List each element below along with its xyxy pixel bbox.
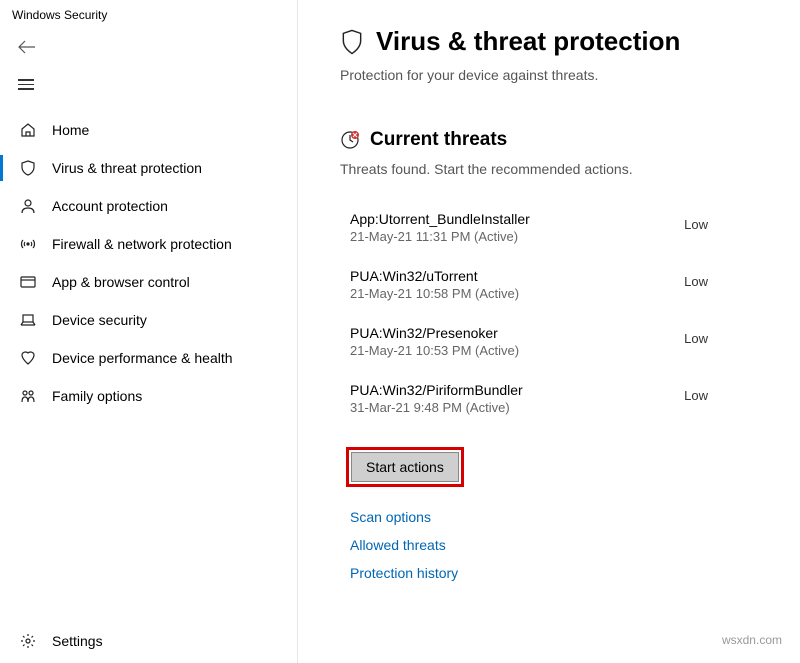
main-content: Virus & threat protection Protection for… — [298, 0, 800, 663]
family-icon — [18, 388, 38, 404]
threat-item[interactable]: PUA:Win32/uTorrent 21-May-21 10:58 PM (A… — [350, 268, 758, 301]
sidebar-item-label: Family options — [52, 388, 142, 404]
threat-name: PUA:Win32/uTorrent — [350, 268, 519, 284]
highlight-annotation: Start actions — [346, 447, 464, 487]
threat-name: PUA:Win32/PiriformBundler — [350, 382, 523, 398]
threat-item[interactable]: App:Utorrent_BundleInstaller 21-May-21 1… — [350, 211, 758, 244]
watermark: wsxdn.com — [722, 633, 782, 647]
threat-meta: 21-May-21 10:58 PM (Active) — [350, 286, 519, 301]
heart-icon — [18, 350, 38, 366]
section-header: Current threats — [340, 129, 758, 151]
threat-severity: Low — [684, 211, 708, 232]
sidebar-item-account-protection[interactable]: Account protection — [0, 187, 297, 225]
threat-meta: 21-May-21 10:53 PM (Active) — [350, 343, 519, 358]
sidebar-item-family[interactable]: Family options — [0, 377, 297, 415]
threat-meta: 31-Mar-21 9:48 PM (Active) — [350, 400, 523, 415]
page-header: Virus & threat protection — [340, 26, 758, 57]
laptop-icon — [18, 312, 38, 328]
antenna-icon — [18, 236, 38, 252]
threat-item[interactable]: PUA:Win32/PiriformBundler 31-Mar-21 9:48… — [350, 382, 758, 415]
threat-name: PUA:Win32/Presenoker — [350, 325, 519, 341]
sidebar-item-device-security[interactable]: Device security — [0, 301, 297, 339]
scan-options-link[interactable]: Scan options — [350, 509, 758, 525]
threat-meta: 21-May-21 11:31 PM (Active) — [350, 229, 530, 244]
nav: Home Virus & threat protection Account p… — [0, 111, 297, 620]
start-actions-button[interactable]: Start actions — [351, 452, 459, 482]
arrow-left-icon — [18, 40, 297, 54]
back-button[interactable] — [0, 32, 297, 66]
home-icon — [18, 122, 38, 138]
gear-icon — [18, 633, 38, 649]
sidebar-item-label: Device performance & health — [52, 350, 233, 366]
sidebar-item-performance[interactable]: Device performance & health — [0, 339, 297, 377]
sidebar-item-label: Firewall & network protection — [52, 236, 232, 252]
section-subtitle: Threats found. Start the recommended act… — [340, 161, 758, 177]
threat-item[interactable]: PUA:Win32/Presenoker 21-May-21 10:53 PM … — [350, 325, 758, 358]
sidebar-item-label: Home — [52, 122, 89, 138]
app-title: Windows Security — [0, 6, 297, 32]
sidebar-item-label: Account protection — [52, 198, 168, 214]
threat-severity: Low — [684, 382, 708, 403]
page-title: Virus & threat protection — [376, 26, 680, 57]
threat-alert-icon — [340, 130, 360, 150]
allowed-threats-link[interactable]: Allowed threats — [350, 537, 758, 553]
threat-severity: Low — [684, 325, 708, 346]
protection-history-link[interactable]: Protection history — [350, 565, 758, 581]
browser-icon — [18, 274, 38, 290]
shield-icon — [340, 29, 364, 55]
person-icon — [18, 198, 38, 214]
sidebar: Windows Security Home Virus & threat pro… — [0, 0, 298, 663]
shield-icon — [18, 160, 38, 176]
sidebar-item-virus-protection[interactable]: Virus & threat protection — [0, 149, 297, 187]
sidebar-item-app-browser[interactable]: App & browser control — [0, 263, 297, 301]
section-title: Current threats — [370, 129, 507, 151]
page-subtitle: Protection for your device against threa… — [340, 67, 758, 83]
sidebar-item-settings[interactable]: Settings — [0, 619, 297, 663]
sidebar-item-label: Virus & threat protection — [52, 160, 202, 176]
threats-list: App:Utorrent_BundleInstaller 21-May-21 1… — [350, 211, 758, 415]
threat-severity: Low — [684, 268, 708, 289]
sidebar-item-label: App & browser control — [52, 274, 190, 290]
threat-name: App:Utorrent_BundleInstaller — [350, 211, 530, 227]
hamburger-menu[interactable] — [0, 66, 297, 111]
sidebar-item-home[interactable]: Home — [0, 111, 297, 149]
sidebar-item-firewall[interactable]: Firewall & network protection — [0, 225, 297, 263]
sidebar-item-label: Device security — [52, 312, 147, 328]
sidebar-item-label: Settings — [52, 633, 103, 649]
